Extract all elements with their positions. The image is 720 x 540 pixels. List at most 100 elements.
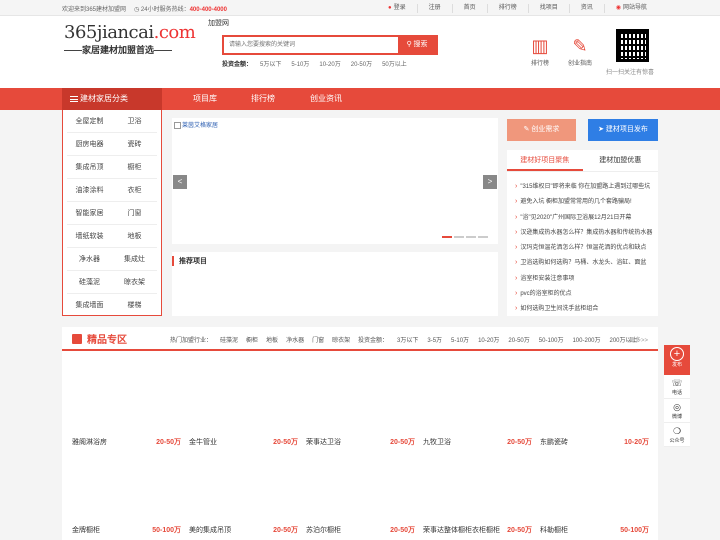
category-item[interactable]: 墙纸软装 xyxy=(67,225,112,247)
project-name[interactable]: 东鹏瓷砖 xyxy=(540,437,568,447)
category-item[interactable]: 油漆涂料 xyxy=(67,179,112,201)
project-card[interactable]: 美的集成吊顶 20-50万 xyxy=(189,453,298,535)
project-name[interactable]: 荣事达卫浴 xyxy=(306,437,341,447)
category-item[interactable]: 衣柜 xyxy=(112,179,157,201)
category-item[interactable]: 晾衣架 xyxy=(112,271,157,293)
find-project-link[interactable]: 找项目 xyxy=(527,3,569,13)
category-item[interactable]: 门窗 xyxy=(112,202,157,224)
hot-industry-link[interactable]: 硅藻泥 xyxy=(220,335,238,344)
banner-image[interactable]: 莱茵艾格家居 xyxy=(174,120,218,129)
category-item[interactable]: 瓷砖 xyxy=(112,133,157,155)
category-item[interactable]: 净水器 xyxy=(67,248,112,270)
invest-option[interactable]: 3万以下 xyxy=(397,335,418,344)
project-image[interactable] xyxy=(540,365,649,431)
search-input[interactable] xyxy=(224,37,400,53)
project-image[interactable] xyxy=(72,365,181,431)
ranking-shortcut[interactable]: ▥ 排行榜 xyxy=(520,34,560,67)
project-image[interactable] xyxy=(423,453,532,519)
invest-option[interactable]: 3-5万 xyxy=(427,335,442,344)
news-item[interactable]: 浴室柜安装注意事项 xyxy=(515,271,654,286)
project-image[interactable] xyxy=(306,453,415,519)
news-item[interactable]: 汉逊集成热水器怎么样？集成热水器和传统热水器 xyxy=(515,225,654,240)
banner-dot[interactable] xyxy=(478,236,488,238)
project-name[interactable]: 苏泊尔橱柜 xyxy=(306,525,341,535)
category-item[interactable]: 楼梯 xyxy=(112,294,157,317)
project-name[interactable]: 荣事达整体橱柜衣柜橱柜 xyxy=(423,525,500,535)
category-item[interactable]: 厨房电器 xyxy=(67,133,112,155)
invest-option[interactable]: 10-20万 xyxy=(478,335,499,344)
more-link[interactable]: 更多>> xyxy=(629,335,648,344)
float-wechat-button[interactable]: ❍ 公众号 xyxy=(664,423,690,447)
publish-project-button[interactable]: ➤ 建材项目发布 xyxy=(588,119,658,141)
banner-next-button[interactable]: > xyxy=(483,175,497,189)
project-card[interactable]: 苏泊尔橱柜 20-50万 xyxy=(306,453,415,535)
project-name[interactable]: 美的集成吊顶 xyxy=(189,525,231,535)
banner-prev-button[interactable]: < xyxy=(173,175,187,189)
business-request-button[interactable]: ✎ 创业需求 xyxy=(507,119,576,141)
project-card[interactable]: 雅阁淋浴房 20-50万 xyxy=(72,365,181,447)
project-card[interactable]: 荣事达整体橱柜衣柜橱柜 20-50万 xyxy=(423,453,532,535)
float-phone-button[interactable]: ☏ 电话 xyxy=(664,375,690,399)
category-item[interactable]: 橱柜 xyxy=(112,156,157,178)
category-item[interactable]: 硅藻泥 xyxy=(67,271,112,293)
invest-option[interactable]: 50-100万 xyxy=(539,335,564,344)
site-logo[interactable]: 365jiancai.com 加盟网 ——家居建材加盟首选—— xyxy=(64,20,229,56)
hot-industry-link[interactable]: 地板 xyxy=(266,335,278,344)
project-name[interactable]: 雅阁淋浴房 xyxy=(72,437,107,447)
invest-option[interactable]: 20-50万 xyxy=(351,59,372,68)
project-name[interactable]: 科勒橱柜 xyxy=(540,525,568,535)
project-card[interactable]: 金牌橱柜 50-100万 xyxy=(72,453,181,535)
news-item[interactable]: 如何选购卫生间洗手盆柜组合 xyxy=(515,301,654,316)
category-item[interactable]: 全屋定制 xyxy=(67,110,112,132)
invest-option[interactable]: 5万以下 xyxy=(260,59,281,68)
hot-industry-link[interactable]: 净水器 xyxy=(286,335,304,344)
invest-option[interactable]: 50万以上 xyxy=(382,59,407,68)
news-item[interactable]: 卫浴选购如何选购？马桶、水龙头、浴缸、面盆 xyxy=(515,255,654,270)
banner-carousel[interactable]: 莱茵艾格家居 < > xyxy=(172,118,498,244)
project-card[interactable]: 金牛管业 20-50万 xyxy=(189,365,298,447)
guide-shortcut[interactable]: ✎ 创业指南 xyxy=(560,34,600,67)
nav-business-news[interactable]: 创业资讯 xyxy=(310,88,342,110)
project-image[interactable] xyxy=(306,365,415,431)
float-weibo-button[interactable]: ◎ 微博 xyxy=(664,399,690,423)
site-nav-link[interactable]: ◉ 网站导航 xyxy=(603,3,658,13)
tab-franchise-offers[interactable]: 建材加盟优惠 xyxy=(583,150,659,171)
banner-dot[interactable] xyxy=(466,236,476,238)
search-button[interactable]: ⚲ 搜索 xyxy=(398,37,436,53)
register-link[interactable]: 注册 xyxy=(416,3,452,13)
invest-option[interactable]: 10-20万 xyxy=(319,59,340,68)
category-item[interactable]: 地板 xyxy=(112,225,157,247)
project-card[interactable]: 荣事达卫浴 20-50万 xyxy=(306,365,415,447)
project-card[interactable]: 九牧卫浴 20-50万 xyxy=(423,365,532,447)
project-image[interactable] xyxy=(189,365,298,431)
category-menu-button[interactable]: 建材家居分类 xyxy=(62,88,162,110)
login-link[interactable]: ● 登录 xyxy=(377,4,417,13)
banner-dot[interactable] xyxy=(442,236,452,238)
project-image[interactable] xyxy=(423,365,532,431)
ranking-link[interactable]: 排行榜 xyxy=(486,3,528,13)
banner-dot[interactable] xyxy=(454,236,464,238)
nav-ranking[interactable]: 排行榜 xyxy=(251,88,275,110)
category-item[interactable]: 集成墙面 xyxy=(67,294,112,317)
hot-industry-link[interactable]: 晾衣架 xyxy=(332,335,350,344)
hot-industry-link[interactable]: 橱柜 xyxy=(246,335,258,344)
category-item[interactable]: 卫浴 xyxy=(112,110,157,132)
project-name[interactable]: 金牛管业 xyxy=(189,437,217,447)
news-link[interactable]: 资讯 xyxy=(568,3,604,13)
category-item[interactable]: 集成吊顶 xyxy=(67,156,112,178)
project-image[interactable] xyxy=(540,453,649,519)
project-card[interactable]: 科勒橱柜 50-100万 xyxy=(540,453,649,535)
project-image[interactable] xyxy=(189,453,298,519)
news-item[interactable]: "315维权日"即将来临 你在加盟路上遇到过哪些坑 xyxy=(515,179,654,194)
invest-option[interactable]: 5-10万 xyxy=(291,59,309,68)
project-name[interactable]: 金牌橱柜 xyxy=(72,525,100,535)
hot-industry-link[interactable]: 门窗 xyxy=(312,335,324,344)
invest-option[interactable]: 100-200万 xyxy=(572,335,600,344)
project-image[interactable] xyxy=(72,453,181,519)
home-link[interactable]: 首页 xyxy=(451,3,487,13)
invest-option[interactable]: 5-10万 xyxy=(451,335,469,344)
nav-project-library[interactable]: 项目库 xyxy=(193,88,217,110)
float-publish-button[interactable]: + 发布 xyxy=(664,345,690,375)
project-card[interactable]: 东鹏瓷砖 10-20万 xyxy=(540,365,649,447)
project-name[interactable]: 九牧卫浴 xyxy=(423,437,451,447)
